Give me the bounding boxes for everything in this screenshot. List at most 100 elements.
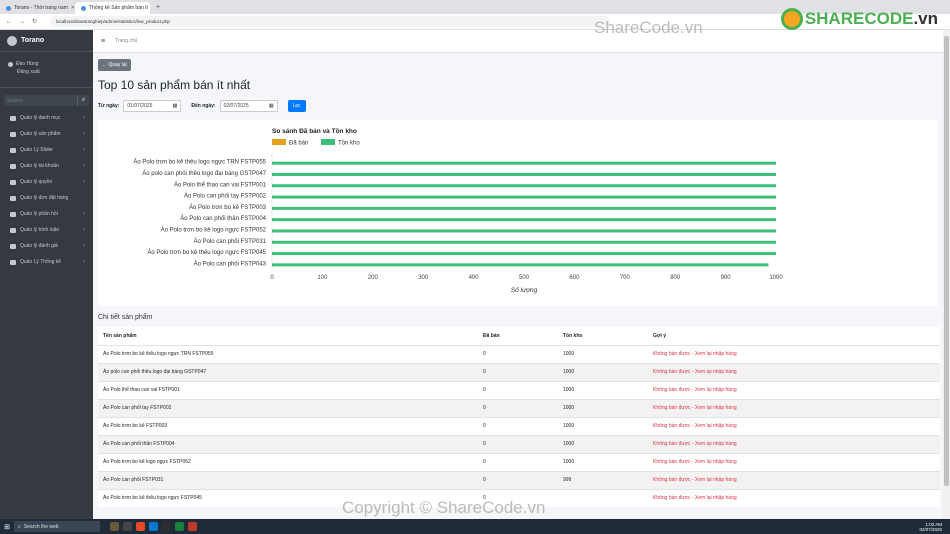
- menu-toggle-icon[interactable]: ≡: [101, 38, 105, 45]
- favicon-icon: [6, 5, 11, 11]
- suggestion-cell: Không bán được - Xem lại nhập hàng: [648, 398, 940, 417]
- sidebar-item-label: Quản Lý Slider: [20, 147, 54, 153]
- app-icon[interactable]: [188, 522, 197, 531]
- browser-tab[interactable]: Torano - Thời trang nam ✕: [0, 2, 75, 14]
- search-icon[interactable]: ⌕: [77, 95, 89, 106]
- table-row: Áo Polo can phối tay FSTP002 0 1000 Không b…: [98, 398, 940, 417]
- chevron-left-icon: ‹: [83, 163, 85, 169]
- table-cell: 1000: [558, 380, 648, 399]
- app-icon[interactable]: [110, 522, 119, 531]
- sidebar-item-label: Quản lý danh mục: [20, 115, 61, 121]
- chevron-left-icon: ‹: [83, 259, 85, 265]
- date-filter: Từ ngày: 01/07/2025 ▦ Đến ngày: 02/07/202…: [98, 100, 938, 112]
- x-tick-label: 700: [620, 275, 631, 281]
- sidebar-item-reviews[interactable]: Quản lý đánh giá ‹: [0, 238, 93, 254]
- x-tick-label: 200: [368, 275, 379, 281]
- sidebar-search-input[interactable]: [4, 95, 77, 106]
- reload-icon[interactable]: ↻: [32, 18, 37, 25]
- chevron-left-icon: ‹: [83, 227, 85, 233]
- sidebar-item-orders[interactable]: Quản lý đơn đặt hàng: [0, 190, 93, 206]
- chart-icon: [10, 259, 16, 265]
- sidebar-item-accounts[interactable]: Quản lý tài khoản ‹: [0, 158, 93, 174]
- from-date-input[interactable]: 01/07/2025 ▦: [123, 100, 182, 112]
- table-cell: Áo Polo thể thao can vai FSTP001: [98, 380, 478, 399]
- brand[interactable]: Torano: [0, 30, 93, 52]
- table-cell: 999: [558, 470, 648, 489]
- star-icon: [10, 243, 16, 249]
- app-icon[interactable]: [175, 522, 184, 531]
- table-cell: 1000: [558, 416, 648, 435]
- y-tick-label: Áo Polo thể thao can vai FSTP001: [174, 181, 267, 188]
- table-cell: 0: [478, 398, 558, 417]
- favicon-icon: [81, 5, 86, 11]
- y-tick-label: Áo Polo can phối thân FSTP004: [180, 215, 266, 222]
- y-tick-label: Áo Polo can phối FSTP043: [194, 260, 267, 267]
- sidebar-item-comments[interactable]: Quản lý bình luận ‹: [0, 222, 93, 238]
- sharecode-logo-text: SHARECODE.vn: [804, 9, 938, 28]
- table-cell: Áo Polo trơn bo kẻ thêu logo ngực TRN FS…: [98, 344, 478, 363]
- main-content: ≡ Trang chủ ← Quay lại Top 10 sản phẩm b…: [93, 30, 943, 519]
- suggestion-cell: Không bán được - Xem lại nhập hàng: [648, 362, 940, 381]
- user-name[interactable]: Đào Hùng: [16, 60, 39, 68]
- sidebar-item-categories[interactable]: Quản lý danh mục ‹: [0, 110, 93, 126]
- page-scrollbar[interactable]: [943, 30, 950, 519]
- table-cell: Áo Polo trơn bo kẻ FSTP003: [98, 416, 478, 435]
- back-arrow-icon[interactable]: ←: [6, 19, 12, 25]
- y-tick-label: Áo Polo trơn bo kẻ FSTP003: [189, 204, 267, 211]
- file-explorer-icon[interactable]: [123, 522, 132, 531]
- table-cell: [558, 488, 648, 507]
- watermark-text: ShareCode.vn: [594, 18, 703, 37]
- sidebar-item-feedback[interactable]: Quản lý phản hồi ‹: [0, 206, 93, 222]
- sidebar-item-permissions[interactable]: Quản lý quyền ‹: [0, 174, 93, 190]
- calendar-icon[interactable]: ▦: [173, 103, 178, 109]
- bar-stock: [272, 229, 776, 233]
- bar-stock: [272, 161, 776, 165]
- logout-link[interactable]: Đăng xuất: [8, 68, 93, 76]
- filter-button[interactable]: Lọc: [287, 100, 306, 112]
- table-cell: 1000: [558, 344, 648, 363]
- vscode-icon[interactable]: [149, 522, 158, 531]
- browser-tab-active[interactable]: Thống kê Sản phẩm bán ít ✕: [75, 2, 150, 14]
- table-row: Áo Polo trơn bo kẻ thêu logo ngực TRN FS…: [98, 344, 940, 363]
- back-button[interactable]: ← Quay lại: [98, 59, 131, 71]
- table-cell: 0: [478, 380, 558, 399]
- calendar-icon[interactable]: ▦: [269, 103, 274, 109]
- home-link[interactable]: Trang chủ: [115, 38, 137, 44]
- comments-icon: [10, 227, 16, 233]
- y-tick-label: Áo polo can phối thêu logo đại bàng GSTP…: [142, 170, 266, 177]
- bar-stock: [272, 206, 776, 210]
- windows-start-icon[interactable]: ⊞: [0, 523, 14, 531]
- sidebar-item-statistics[interactable]: Quản Lý Thống kê ‹: [0, 254, 93, 270]
- table-cell: Áo Polo can phối tay FSTP002: [98, 398, 478, 417]
- chart-title: So sánh Đã bán và Tồn kho: [272, 126, 357, 135]
- y-tick-label: Áo Polo trơn bo kẻ logo ngực FSTP052: [161, 226, 267, 233]
- watermark-copyright: Copyright © ShareCode.vn: [342, 498, 546, 517]
- scrollbar-thumb[interactable]: [944, 36, 949, 486]
- bar-stock: [272, 263, 769, 267]
- sidebar-item-slider[interactable]: Quản Lý Slider ‹: [0, 142, 93, 158]
- url-field[interactable]: localhost/doantotnghiep/admin/statistics…: [50, 16, 611, 27]
- to-label: Đến ngày:: [191, 103, 216, 109]
- taskbar: ⊞ ⌕ Search the web 1:02 AM 02/07/2025: [0, 519, 950, 534]
- page-title: Top 10 sản phẩm bán ít nhất: [98, 78, 251, 92]
- terminal-icon[interactable]: [162, 522, 171, 531]
- bar-stock: [272, 218, 776, 222]
- sidebar-item-products[interactable]: Quản lý sản phẩm ‹: [0, 126, 93, 142]
- legend-label: Tồn kho: [338, 141, 360, 147]
- sharecode-logo-icon: [780, 8, 803, 30]
- sidebar-item-label: Quản Lý Thống kê: [20, 259, 62, 265]
- x-tick-label: 400: [469, 275, 480, 281]
- tab-label: Thống kê Sản phẩm bán ít: [89, 5, 148, 11]
- new-tab-button[interactable]: +: [150, 2, 166, 14]
- chevron-left-icon: ‹: [83, 211, 85, 217]
- forward-arrow-icon[interactable]: →: [19, 19, 25, 25]
- table-row: Áo Polo can phối FSTP031 0 999 Không bán đư…: [98, 470, 940, 489]
- from-label: Từ ngày:: [98, 103, 120, 109]
- to-date-input[interactable]: 02/07/2025 ▦: [219, 100, 278, 112]
- system-tray[interactable]: 1:02 AM 02/07/2025: [919, 522, 942, 532]
- browser-icon[interactable]: [136, 522, 145, 531]
- image-icon: [10, 147, 16, 153]
- taskbar-search[interactable]: ⌕ Search the web: [14, 521, 100, 532]
- table-header-cell: Tên sản phẩm: [98, 327, 478, 346]
- table-cell: 0: [478, 470, 558, 489]
